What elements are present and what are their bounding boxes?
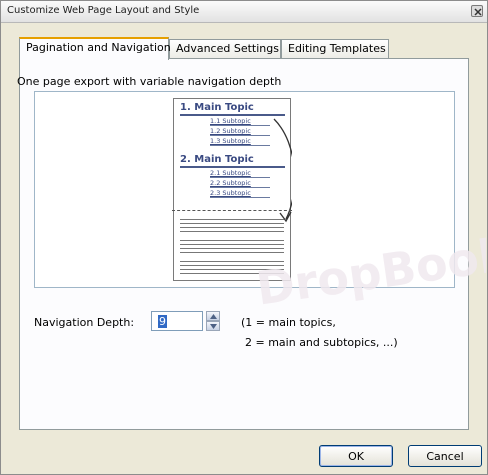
close-icon[interactable]: [471, 5, 483, 17]
spin-up-button[interactable]: [206, 311, 220, 321]
window-title: Customize Web Page Layout and Style: [7, 5, 200, 16]
navigation-depth-input[interactable]: 9: [151, 311, 203, 331]
navigation-depth-spinner[interactable]: [206, 311, 220, 331]
tab-editing-templates[interactable]: Editing Templates: [281, 39, 389, 59]
depth-hint-line-2: 2 = main and subtopics, ...): [245, 336, 398, 349]
navigation-depth-value: 9: [158, 315, 167, 328]
tab-advanced-settings[interactable]: Advanced Settings: [169, 39, 281, 59]
navigation-depth-label: Navigation Depth:: [34, 316, 135, 329]
watermark: DropBook: [256, 236, 486, 306]
depth-hint-line-1: (1 = main topics,: [241, 316, 336, 329]
body-line: [180, 219, 284, 220]
tab-pagination-navigation[interactable]: Pagination and Navigation: [19, 37, 171, 60]
customize-layout-dialog: Customize Web Page Layout and Style Pagi…: [0, 0, 488, 475]
cancel-button[interactable]: Cancel: [408, 445, 482, 467]
title-bar[interactable]: Customize Web Page Layout and Style: [1, 1, 487, 23]
ok-button[interactable]: OK: [319, 445, 393, 467]
chevron-down-icon: [210, 324, 217, 329]
body-line: [180, 227, 284, 228]
svg-text:DropBook: DropBook: [256, 236, 486, 306]
body-line: [180, 231, 284, 232]
spin-down-button[interactable]: [206, 321, 220, 331]
panel-title: One page export with variable navigation…: [17, 75, 282, 88]
page-break-line: [172, 210, 292, 211]
body-line: [180, 223, 284, 224]
chevron-up-icon: [210, 314, 217, 319]
